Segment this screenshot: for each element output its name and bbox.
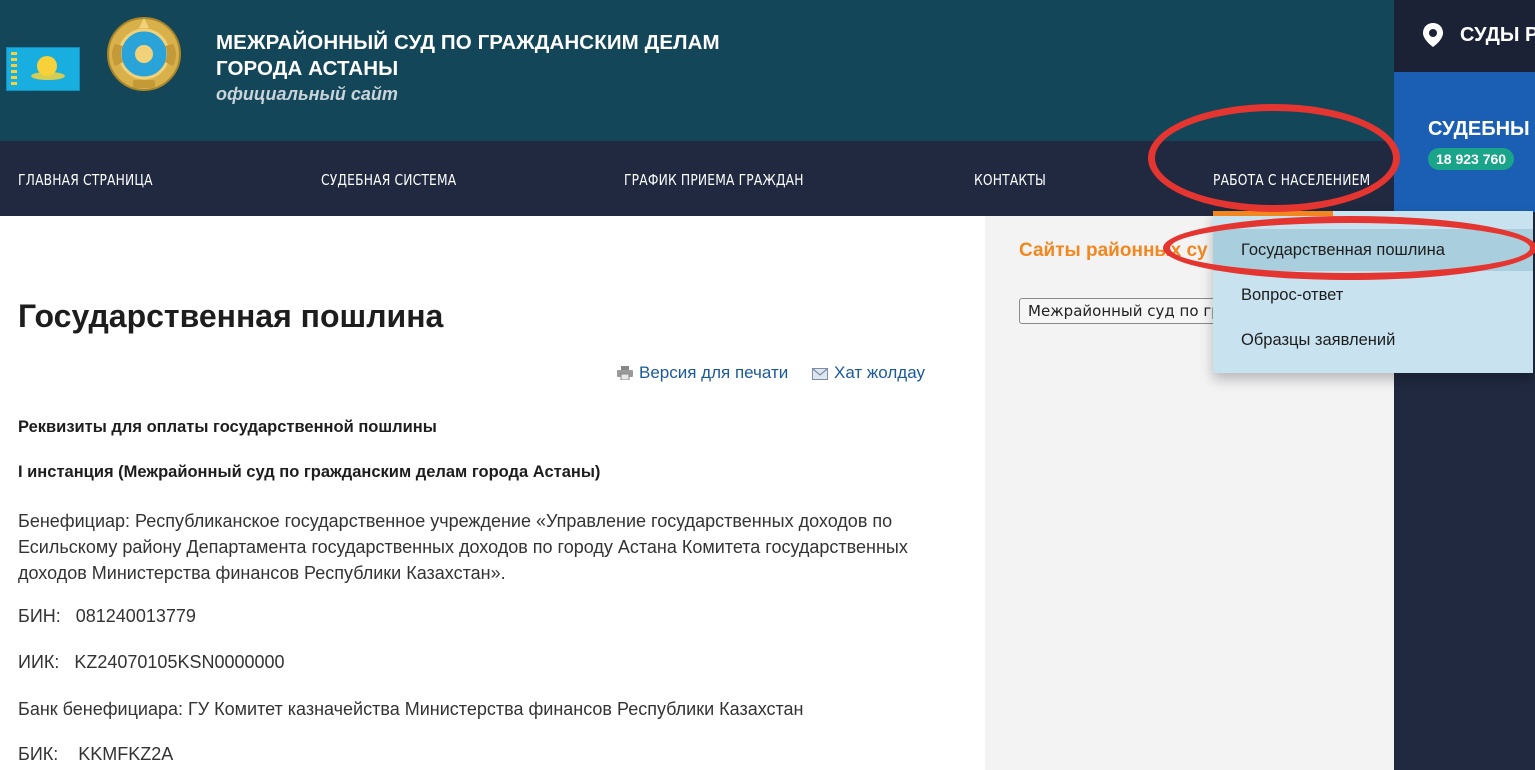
nav-item-contacts[interactable]: КОНТАКТЫ — [974, 141, 1046, 216]
statistics-block[interactable]: СУДЕБНЫ 18 923 760 — [1394, 72, 1535, 212]
kazakhstan-flag-icon — [6, 47, 80, 91]
paragraph-bik: БИК: KKMFKZ2A — [18, 744, 174, 764]
annotation-circle-nav — [1148, 104, 1400, 212]
site-title: МЕЖРАЙОННЫЙ СУД ПО ГРАЖДАНСКИМ ДЕЛАМ ГОР… — [216, 30, 720, 82]
site-title-line2: ГОРОДА АСТАНЫ — [216, 57, 399, 80]
location-pin-icon — [1423, 23, 1443, 47]
annotation-circle-dropdown — [1163, 216, 1535, 280]
site-title-line1: МЕЖРАЙОННЫЙ СУД ПО ГРАЖДАНСКИМ ДЕЛАМ — [216, 31, 720, 54]
print-version-label: Версия для печати — [639, 363, 789, 382]
statistics-title: СУДЕБНЫ — [1428, 118, 1530, 140]
dropdown-item-sample-applications[interactable]: Образцы заявлений — [1213, 319, 1533, 361]
nav-item-reception-schedule[interactable]: ГРАФИК ПРИЕМА ГРАЖДАН — [624, 141, 804, 216]
send-letter-link[interactable]: Хат жолдау — [812, 363, 925, 383]
state-emblem-icon — [107, 17, 181, 91]
paragraph-bin: БИН: 081240013779 — [18, 606, 196, 626]
paragraph-beneficiary-bank: Банк бенефициара: ГУ Комитет казначейств… — [18, 699, 804, 719]
nav-item-home[interactable]: ГЛАВНАЯ СТРАНИЦА — [18, 141, 153, 216]
courts-header[interactable]: СУДЫ Р — [1394, 0, 1535, 72]
print-version-link[interactable]: Версия для печати — [617, 363, 788, 383]
printer-icon — [617, 366, 633, 380]
court-select[interactable]: Межрайонный суд по гражданским делам — [1019, 298, 1219, 324]
page-title: Государственная пошлина — [18, 298, 444, 334]
site-subtitle: официальный сайт — [216, 84, 398, 104]
right-panel: СУДЫ Р СУДЕБНЫ 18 923 760 — [1394, 0, 1535, 770]
envelope-icon — [812, 368, 828, 380]
statistics-counter-badge: 18 923 760 — [1428, 148, 1515, 170]
paragraph-iik: ИИК: KZ24070105KSN0000000 — [18, 652, 285, 672]
nav-item-judicial-system[interactable]: СУДЕБНАЯ СИСТЕМА — [321, 141, 456, 216]
dropdown-item-faq[interactable]: Вопрос-ответ — [1213, 274, 1533, 316]
paragraph-beneficiary: Бенефициар: Республиканское государствен… — [18, 511, 908, 583]
send-letter-label: Хат жолдау — [834, 363, 925, 382]
paragraph-instance-heading: I инстанция (Межрайонный суд по гражданс… — [18, 463, 601, 481]
paragraph-requisites-heading: Реквизиты для оплаты государственной пош… — [18, 418, 437, 436]
courts-label: СУДЫ Р — [1460, 24, 1535, 46]
